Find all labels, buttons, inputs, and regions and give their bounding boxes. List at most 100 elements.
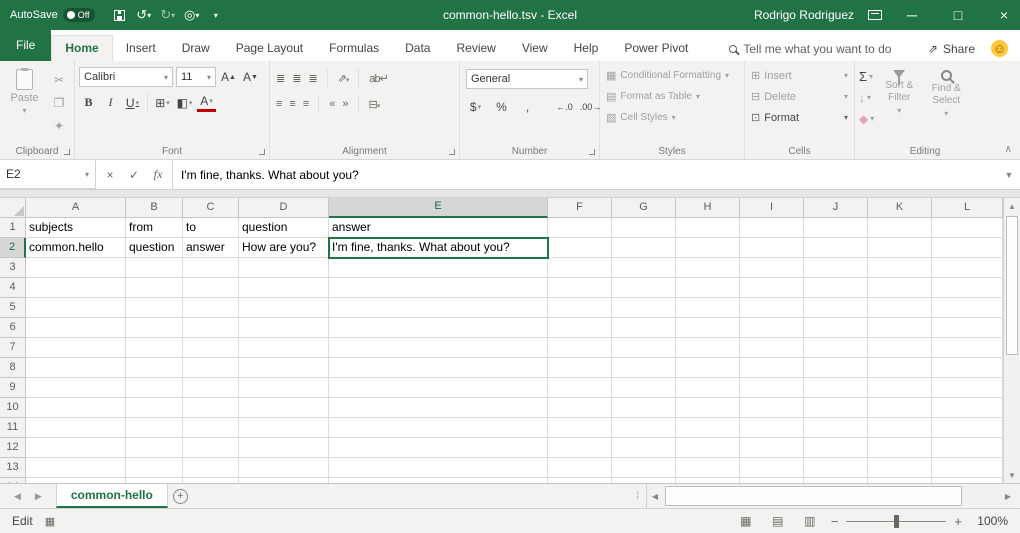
cell-B1[interactable]: from — [126, 218, 183, 238]
expand-formula-bar-icon[interactable]: ▼ — [998, 160, 1020, 189]
cell-H13[interactable] — [676, 458, 740, 478]
cell-B9[interactable] — [126, 378, 183, 398]
cell-A12[interactable] — [26, 438, 126, 458]
cell-A6[interactable] — [26, 318, 126, 338]
row-header-7[interactable]: 7 — [0, 338, 26, 358]
cell-C5[interactable] — [183, 298, 239, 318]
ribbon-tab-insert[interactable]: Insert — [113, 36, 169, 61]
cell-B6[interactable] — [126, 318, 183, 338]
column-header-A[interactable]: A — [26, 198, 126, 218]
increase-indent-icon[interactable]: » — [342, 98, 347, 110]
delete-cells-button[interactable]: ⊟ Delete ▾ — [749, 86, 850, 107]
horizontal-scrollbar[interactable]: ◀ ▶ — [646, 484, 1016, 508]
cell-C6[interactable] — [183, 318, 239, 338]
zoom-thumb[interactable] — [894, 515, 899, 528]
cell-A8[interactable] — [26, 358, 126, 378]
cell-H7[interactable] — [676, 338, 740, 358]
normal-view-button[interactable]: ▦ — [735, 511, 757, 531]
cell-A10[interactable] — [26, 398, 126, 418]
cell-G1[interactable] — [612, 218, 676, 238]
cell-E8[interactable] — [329, 358, 548, 378]
share-button[interactable]: ⇗ Share — [928, 42, 975, 56]
cancel-entry-button[interactable]: × — [98, 160, 122, 189]
cell-K2[interactable] — [868, 238, 932, 258]
row-header-14[interactable]: 14 — [0, 478, 26, 483]
sheet-tab-common-hello[interactable]: common-hello — [56, 484, 168, 508]
cell-I12[interactable] — [740, 438, 804, 458]
cell-F2[interactable] — [548, 238, 612, 258]
cell-H12[interactable] — [676, 438, 740, 458]
top-align-icon[interactable]: ≣ — [276, 72, 284, 85]
cell-E1[interactable]: answer — [329, 218, 548, 238]
cell-L13[interactable] — [932, 458, 1003, 478]
tab-splitter-handle[interactable]: ⁞ — [636, 491, 640, 502]
cell-K5[interactable] — [868, 298, 932, 318]
ribbon-tab-file[interactable]: File — [0, 30, 51, 61]
cell-K7[interactable] — [868, 338, 932, 358]
cell-G14[interactable] — [612, 478, 676, 483]
row-header-3[interactable]: 3 — [0, 258, 26, 278]
cell-C12[interactable] — [183, 438, 239, 458]
font-color-button[interactable]: A▾ — [197, 93, 216, 112]
cell-I10[interactable] — [740, 398, 804, 418]
cell-B4[interactable] — [126, 278, 183, 298]
cell-H5[interactable] — [676, 298, 740, 318]
vertical-scrollbar[interactable]: ▲ ▼ — [1003, 198, 1020, 483]
cell-C7[interactable] — [183, 338, 239, 358]
cell-K3[interactable] — [868, 258, 932, 278]
row-header-6[interactable]: 6 — [0, 318, 26, 338]
percent-format-button[interactable]: % — [492, 97, 511, 116]
new-sheet-button[interactable]: + — [168, 484, 193, 508]
cell-F12[interactable] — [548, 438, 612, 458]
cell-D7[interactable] — [239, 338, 329, 358]
column-header-I[interactable]: I — [740, 198, 804, 218]
format-painter-button[interactable]: ✦ — [48, 116, 70, 136]
format-as-table-button[interactable]: ▤ Format as Table ▾ — [604, 86, 740, 107]
align-right-icon[interactable]: ≡ — [303, 98, 308, 110]
row-header-9[interactable]: 9 — [0, 378, 26, 398]
cell-D4[interactable] — [239, 278, 329, 298]
ribbon-tab-draw[interactable]: Draw — [169, 36, 223, 61]
minimize-button[interactable]: ─ — [896, 0, 928, 30]
ribbon-tab-home[interactable]: Home — [51, 35, 112, 61]
cell-G3[interactable] — [612, 258, 676, 278]
cell-C14[interactable] — [183, 478, 239, 483]
cell-G5[interactable] — [612, 298, 676, 318]
ribbon-display-options-icon[interactable] — [868, 10, 882, 20]
next-sheet-icon[interactable]: ▶ — [35, 491, 42, 502]
cell-A14[interactable] — [26, 478, 126, 483]
cell-C2[interactable]: answer — [183, 238, 239, 258]
column-header-B[interactable]: B — [126, 198, 183, 218]
cell-E3[interactable] — [329, 258, 548, 278]
cell-E6[interactable] — [329, 318, 548, 338]
autosave-switch-icon[interactable]: Off — [63, 8, 95, 22]
cell-A7[interactable] — [26, 338, 126, 358]
number-format-combobox[interactable]: General ▾ — [466, 69, 588, 89]
cell-B13[interactable] — [126, 458, 183, 478]
cell-C3[interactable] — [183, 258, 239, 278]
undo-button[interactable]: ↺▾ — [133, 4, 155, 26]
conditional-formatting-button[interactable]: ▦ Conditional Formatting ▾ — [604, 65, 740, 86]
cell-J10[interactable] — [804, 398, 868, 418]
cell-L2[interactable] — [932, 238, 1003, 258]
cell-I5[interactable] — [740, 298, 804, 318]
column-header-F[interactable]: F — [548, 198, 612, 218]
cell-A9[interactable] — [26, 378, 126, 398]
cell-E13[interactable] — [329, 458, 548, 478]
horizontal-scroll-thumb[interactable] — [665, 486, 962, 506]
cell-C8[interactable] — [183, 358, 239, 378]
cell-A1[interactable]: subjects — [26, 218, 126, 238]
cell-I14[interactable] — [740, 478, 804, 483]
cell-L12[interactable] — [932, 438, 1003, 458]
merge-center-icon[interactable]: ⊟▾ — [369, 98, 380, 111]
scroll-left-icon[interactable]: ◀ — [647, 492, 663, 501]
cell-J11[interactable] — [804, 418, 868, 438]
cell-G11[interactable] — [612, 418, 676, 438]
scroll-down-icon[interactable]: ▼ — [1004, 467, 1020, 483]
autosave-toggle[interactable]: AutoSave Off — [10, 8, 95, 22]
signed-in-user[interactable]: Rodrigo Rodriguez — [754, 8, 854, 22]
paste-button[interactable]: Paste ▾ — [4, 65, 45, 137]
cell-F1[interactable] — [548, 218, 612, 238]
cell-J9[interactable] — [804, 378, 868, 398]
collapse-ribbon-button[interactable]: ∧ — [1005, 144, 1012, 155]
